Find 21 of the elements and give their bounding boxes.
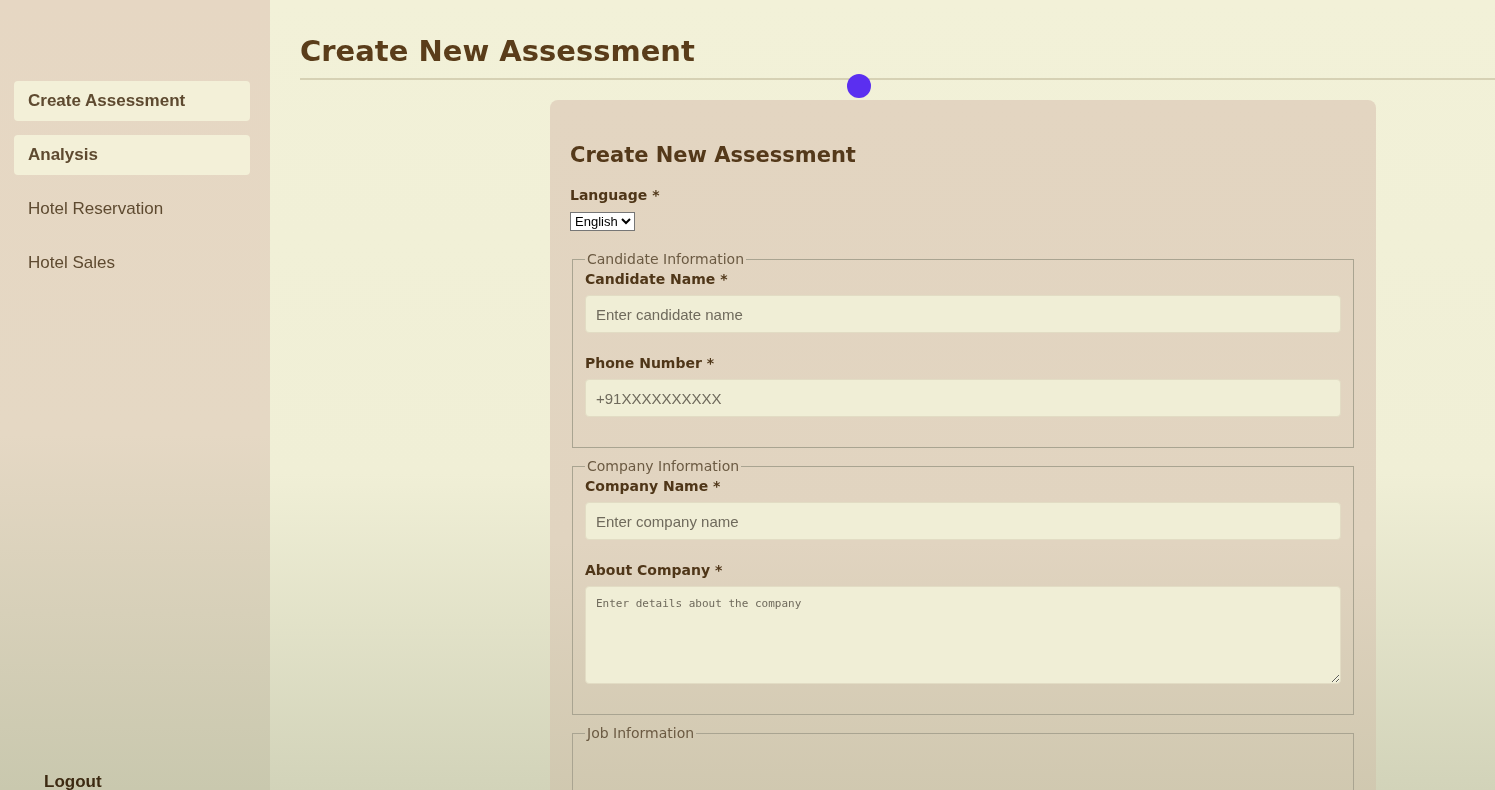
form-title: Create New Assessment bbox=[570, 143, 857, 167]
section-legend: Job Information bbox=[585, 725, 697, 741]
page-title: Create New Assessment bbox=[300, 34, 696, 68]
field-label: About Company * bbox=[585, 562, 724, 578]
input-field[interactable]: Enter candidate name bbox=[585, 295, 1341, 333]
sidebar-item[interactable]: Hotel Reservation bbox=[14, 189, 250, 229]
section-legend: Company Information bbox=[585, 458, 742, 474]
section-legend: Candidate Information bbox=[585, 251, 747, 267]
cursor-dot bbox=[847, 74, 871, 98]
sidebar-item[interactable]: Hotel Sales bbox=[14, 243, 250, 283]
field-label: Company Name * bbox=[585, 478, 722, 494]
sidebar-item[interactable]: Create Assessment bbox=[14, 81, 250, 121]
field-label: Candidate Name * bbox=[585, 271, 729, 287]
language-select[interactable]: English bbox=[570, 212, 635, 231]
input-field[interactable]: +91XXXXXXXXXX bbox=[585, 379, 1341, 417]
logout-link[interactable]: Logout bbox=[44, 772, 270, 790]
field-label: Phone Number * bbox=[585, 355, 716, 371]
field-label: Language * bbox=[570, 187, 661, 203]
input-field[interactable]: Enter company name bbox=[585, 502, 1341, 540]
sidebar-item[interactable]: Analysis bbox=[14, 135, 250, 175]
text-area[interactable]: Enter details about the company bbox=[585, 586, 1341, 684]
